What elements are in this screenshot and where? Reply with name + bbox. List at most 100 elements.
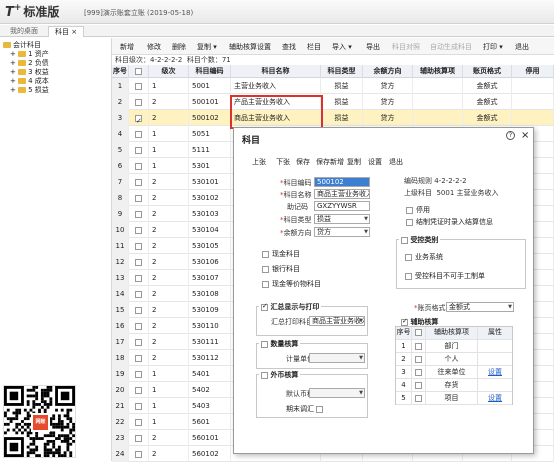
aux-row[interactable]: 3 往来单位 设置	[396, 366, 512, 379]
row-checkbox[interactable]	[135, 113, 142, 126]
aux-row-checkbox-cell[interactable]	[412, 392, 426, 405]
row-checkbox[interactable]	[135, 226, 142, 234]
row-checkbox[interactable]	[135, 82, 142, 90]
row-checkbox-cell[interactable]	[129, 110, 149, 126]
account-map-button[interactable]: 科目对照	[392, 42, 420, 52]
tree-item[interactable]: + 1 资产	[10, 50, 49, 59]
fx-adjust-checkbox[interactable]: 期末调汇	[286, 404, 326, 414]
row-checkbox[interactable]	[135, 450, 142, 458]
format-select[interactable]: 金额式 ▼	[446, 302, 514, 312]
aux-checkbox[interactable]	[401, 317, 408, 326]
row-checkbox[interactable]	[135, 210, 142, 218]
save-button[interactable]: 保存	[296, 157, 310, 167]
controlled-checkbox[interactable]	[401, 236, 408, 244]
aux-row-checkbox-cell[interactable]	[412, 353, 426, 366]
row-checkbox[interactable]	[135, 434, 142, 442]
close-icon[interactable]: ×	[71, 28, 77, 36]
row-checkbox[interactable]	[135, 242, 142, 250]
delete-button[interactable]: 删除	[172, 42, 186, 52]
row-checkbox[interactable]	[135, 274, 142, 282]
find-button[interactable]: 查找	[282, 42, 296, 52]
row-checkbox-cell[interactable]	[129, 318, 149, 334]
aux-row[interactable]: 5 项目 设置	[396, 392, 512, 405]
row-checkbox[interactable]	[135, 370, 142, 378]
aux-settings-button[interactable]: 辅助核算设置	[229, 42, 271, 52]
row-checkbox[interactable]	[135, 130, 142, 138]
row-checkbox-cell[interactable]	[129, 94, 149, 110]
table-row[interactable]: 2 2 500101 产品主营业务收入 损益 贷方 金额式	[112, 94, 554, 110]
tree-item[interactable]: + 3 权益	[10, 68, 49, 77]
row-checkbox[interactable]	[135, 322, 142, 330]
import-button[interactable]: 导入 ▾	[332, 42, 352, 52]
aux-row-checkbox[interactable]	[415, 355, 422, 363]
row-checkbox-cell[interactable]	[129, 238, 149, 254]
row-checkbox-cell[interactable]	[129, 270, 149, 286]
tree-item[interactable]: + 4 成本	[10, 77, 49, 86]
aux-row-checkbox[interactable]	[415, 381, 422, 389]
qty-checkbox[interactable]	[261, 340, 268, 348]
tree-root[interactable]: 会计科目	[3, 41, 41, 50]
aux-setting-link[interactable]: 设置	[478, 392, 512, 405]
aux-select-all-checkbox[interactable]	[415, 328, 422, 336]
settlement-info-checkbox[interactable]: 结制凭证时录入结算信息	[406, 217, 493, 227]
aux-row[interactable]: 4 存货	[396, 379, 512, 392]
row-checkbox-cell[interactable]	[129, 126, 149, 142]
row-checkbox-cell[interactable]	[129, 430, 149, 446]
aux-row-checkbox-cell[interactable]	[412, 379, 426, 392]
row-checkbox-cell[interactable]	[129, 142, 149, 158]
row-checkbox-cell[interactable]	[129, 382, 149, 398]
print-button[interactable]: 打印 ▾	[483, 42, 503, 52]
exit-button[interactable]: 退出	[389, 157, 403, 167]
row-checkbox-cell[interactable]	[129, 446, 149, 462]
row-checkbox-cell[interactable]	[129, 222, 149, 238]
save-new-button[interactable]: 保存新增	[316, 157, 344, 167]
auto-generate-button[interactable]: 自动生成科目	[430, 42, 472, 52]
select-all-checkbox[interactable]	[135, 67, 142, 75]
disable-checkbox[interactable]: 停用	[406, 205, 430, 215]
row-checkbox-cell[interactable]	[129, 286, 149, 302]
row-checkbox-cell[interactable]	[129, 206, 149, 222]
aux-setting-link[interactable]: 设置	[478, 366, 512, 379]
code-input[interactable]: 500102	[314, 177, 370, 187]
copy-button[interactable]: 复制 ▾	[197, 42, 217, 52]
edit-button[interactable]: 修改	[147, 42, 161, 52]
row-checkbox-cell[interactable]	[129, 158, 149, 174]
row-checkbox[interactable]	[135, 290, 142, 298]
name-input[interactable]: 商品主营业务收入	[314, 189, 370, 199]
copy-button[interactable]: 复制	[347, 157, 361, 167]
row-checkbox[interactable]	[135, 386, 142, 394]
exit-button[interactable]: 退出	[515, 42, 529, 52]
bank-account-checkbox[interactable]: 银行科目	[262, 264, 300, 274]
row-checkbox[interactable]	[135, 306, 142, 314]
row-checkbox[interactable]	[135, 258, 142, 266]
direction-select[interactable]: 贷方 ▼	[314, 227, 370, 237]
aux-setting-link[interactable]	[478, 379, 512, 392]
row-checkbox-cell[interactable]	[129, 302, 149, 318]
unit-select[interactable]: ▼	[309, 353, 365, 363]
aux-setting-link[interactable]	[478, 340, 512, 353]
row-checkbox[interactable]	[135, 418, 142, 426]
row-checkbox-cell[interactable]	[129, 174, 149, 190]
currency-select[interactable]: ▼	[309, 388, 365, 398]
aux-row-checkbox[interactable]	[415, 394, 422, 402]
row-checkbox[interactable]	[135, 178, 142, 186]
row-checkbox-cell[interactable]	[129, 350, 149, 366]
tab-desktop[interactable]: 我的桌面	[4, 26, 44, 37]
row-checkbox-cell[interactable]	[129, 334, 149, 350]
table-row[interactable]: 1 1 5001 主营业务收入 损益 贷方 金额式	[112, 78, 554, 94]
tree-item[interactable]: + 5 损益	[10, 86, 49, 95]
row-checkbox[interactable]	[135, 402, 142, 410]
tree-item[interactable]: + 2 负债	[10, 59, 49, 68]
row-checkbox-cell[interactable]	[129, 190, 149, 206]
row-checkbox[interactable]	[135, 162, 142, 170]
summary-checkbox[interactable]	[261, 302, 268, 311]
row-checkbox-cell[interactable]	[129, 366, 149, 382]
aux-row[interactable]: 1 部门	[396, 340, 512, 353]
row-checkbox-cell[interactable]	[129, 414, 149, 430]
table-row[interactable]: 32500102商品主营业务收入损益贷方金额式	[112, 110, 554, 126]
fx-checkbox[interactable]	[261, 371, 268, 379]
new-button[interactable]: 新增	[120, 42, 134, 52]
row-checkbox-cell[interactable]	[129, 398, 149, 414]
settings-button[interactable]: 设置	[368, 157, 382, 167]
aux-row-checkbox-cell[interactable]	[412, 340, 426, 353]
